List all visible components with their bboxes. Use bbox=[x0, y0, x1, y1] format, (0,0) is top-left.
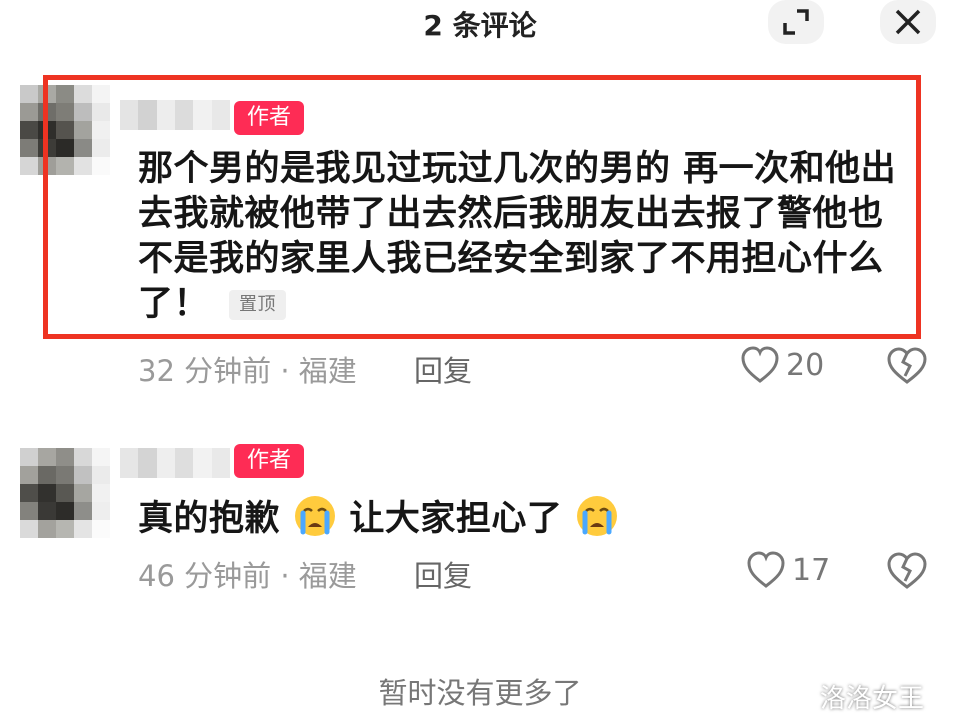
comment-body-part1: 真的抱歉 bbox=[138, 499, 281, 539]
comment-body-part2: 让大家担心了 bbox=[349, 499, 563, 539]
heart-icon bbox=[741, 346, 779, 383]
dislike-button[interactable] bbox=[886, 347, 928, 389]
comments-header: 2 条评论 bbox=[0, 0, 960, 48]
no-more-comments-text: 暂时没有更多了 bbox=[378, 676, 582, 710]
comment-text: 真的抱歉 让大家担心了 bbox=[138, 494, 918, 542]
crying-face-icon bbox=[294, 496, 335, 536]
highlight-box bbox=[43, 75, 921, 339]
close-button[interactable] bbox=[880, 0, 936, 44]
crying-face-icon bbox=[577, 496, 618, 536]
comment-meta: 32 分钟前 · 福建 bbox=[138, 354, 357, 388]
like-button[interactable]: 20 bbox=[740, 346, 824, 384]
like-count: 17 bbox=[792, 552, 831, 588]
expand-button[interactable] bbox=[768, 0, 824, 44]
watermark: 洛洛女王 bbox=[820, 684, 925, 714]
author-badge: 作者 bbox=[234, 444, 304, 478]
like-count: 20 bbox=[786, 347, 825, 383]
reply-button[interactable]: 回复 bbox=[414, 348, 472, 390]
like-button[interactable]: 17 bbox=[746, 551, 830, 589]
heart-icon bbox=[747, 551, 785, 588]
broken-heart-icon bbox=[887, 347, 927, 384]
close-icon bbox=[895, 9, 921, 35]
username-blurred[interactable] bbox=[120, 448, 230, 478]
reply-button[interactable]: 回复 bbox=[414, 553, 472, 595]
comment-meta: 46 分钟前 · 福建 bbox=[138, 559, 357, 593]
broken-heart-icon bbox=[887, 552, 927, 589]
expand-icon bbox=[783, 9, 809, 35]
dislike-button[interactable] bbox=[886, 552, 928, 594]
avatar[interactable] bbox=[20, 448, 110, 538]
